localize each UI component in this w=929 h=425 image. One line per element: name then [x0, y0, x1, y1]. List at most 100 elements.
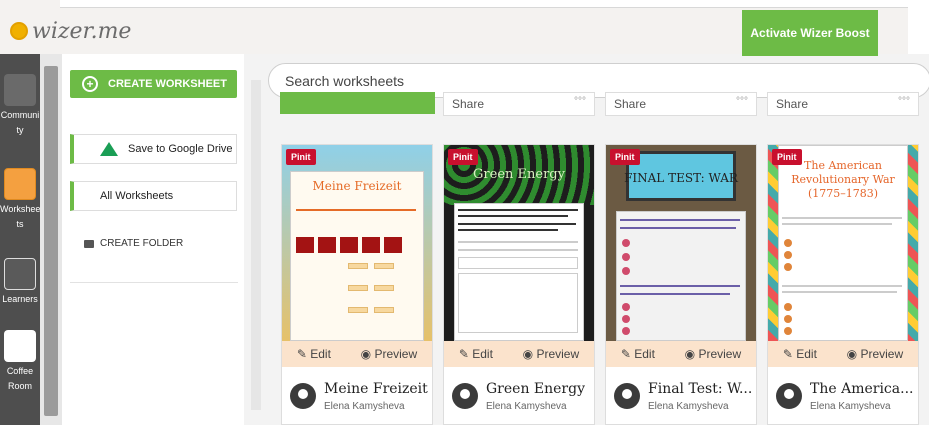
edit-label: Edit [472, 347, 493, 361]
avatar[interactable] [776, 383, 802, 409]
thumbnail-field [348, 307, 368, 313]
rail-item-worksheets[interactable]: Workshee ts [0, 168, 40, 232]
preview-button[interactable]: ◉ Preview [361, 347, 418, 361]
activate-boost-button[interactable]: Activate Wizer Boost [742, 10, 878, 56]
option-icon [622, 253, 630, 261]
edit-button[interactable]: ✎ Edit [621, 347, 655, 361]
thumbnail-red-cell [318, 237, 336, 253]
card-author[interactable]: Elena Kamysheva [324, 401, 429, 412]
logo-text: wizer.me [32, 18, 132, 44]
worksheet-thumbnail[interactable]: Pinit The American Revolutionary War (17… [768, 145, 918, 341]
rail-item-coffee-room[interactable]: Coffee Room [0, 330, 40, 394]
thumbnail-title: Green Energy [473, 167, 565, 182]
save-to-drive-label: Save to Google Drive [128, 143, 233, 155]
content-scrollbar[interactable] [251, 80, 261, 410]
more-icon[interactable]: °°° [736, 96, 748, 107]
edit-button[interactable]: ✎ Edit [297, 347, 331, 361]
coffee-icon [4, 330, 36, 362]
share-label: Share [776, 97, 809, 111]
thumbnail-red-cell [362, 237, 380, 253]
card-title[interactable]: Meine Freizeit [324, 381, 429, 397]
wizer-logo[interactable]: wizer.me [10, 18, 131, 44]
avatar[interactable] [452, 383, 478, 409]
worksheet-thumbnail[interactable]: Pinit FINAL TEST: WAR [606, 145, 756, 341]
option-icon [784, 327, 792, 335]
thumbnail-title: FINAL TEST: WAR [624, 171, 738, 185]
edit-label: Edit [634, 347, 655, 361]
thumbnail-line [620, 219, 740, 221]
avatar[interactable] [614, 383, 640, 409]
edit-button[interactable]: ✎ Edit [459, 347, 493, 361]
thumbnail-line [458, 209, 578, 211]
pinit-button[interactable]: Pinit [286, 149, 316, 165]
rail-scrollbar-thumb[interactable] [44, 66, 58, 416]
thumbnail-field [348, 285, 368, 291]
thumbnail-line [458, 249, 578, 251]
card-info: Meine Freizeit Elena Kamysheva [282, 367, 432, 425]
rail-label-coffee: Coffee Room [6, 366, 34, 391]
save-to-drive-button[interactable]: Save to Google Drive [70, 134, 237, 164]
previous-row-share[interactable]: Share °°° [605, 92, 757, 116]
thumbnail-field [374, 263, 394, 269]
plus-icon: + [82, 76, 98, 92]
thumbnail-line [296, 209, 416, 211]
card-author[interactable]: Elena Kamysheva [486, 401, 591, 412]
preview-button[interactable]: ◉ Preview [685, 347, 742, 361]
thumbnail-line [458, 223, 576, 225]
worksheets-icon [4, 168, 36, 200]
create-folder-button[interactable]: CREATE FOLDER [84, 238, 183, 249]
worksheet-card[interactable]: Pinit FINAL TEST: WAR ✎ Edit ◉ Preview F… [605, 144, 757, 425]
thumbnail-field [374, 307, 394, 313]
worksheet-card[interactable]: Pinit Meine Freizeit ✎ Edit ◉ Preview Me… [281, 144, 433, 425]
option-icon [784, 315, 792, 323]
worksheet-card[interactable]: Pinit Green Energy ✎ Edit ◉ Preview Gree… [443, 144, 595, 425]
worksheet-preview [616, 211, 746, 341]
pinit-button[interactable]: Pinit [448, 149, 478, 165]
create-worksheet-label: CREATE WORKSHEET [108, 78, 227, 90]
create-folder-label: CREATE FOLDER [100, 238, 184, 249]
worksheet-card[interactable]: Pinit The American Revolutionary War (17… [767, 144, 919, 425]
card-title[interactable]: The America... [810, 381, 915, 397]
preview-button[interactable]: ◉ Preview [847, 347, 904, 361]
thumbnail-title: Meine Freizeit [312, 179, 402, 193]
card-title[interactable]: Green Energy [486, 381, 591, 397]
card-title[interactable]: Final Test: W... [648, 381, 753, 397]
share-label: Share [452, 97, 485, 111]
thumbnail-line [458, 241, 578, 243]
option-icon [622, 303, 630, 311]
card-author[interactable]: Elena Kamysheva [648, 401, 753, 412]
top-right-corner [908, 0, 929, 54]
previous-row-share[interactable]: Share °°° [443, 92, 595, 116]
worksheet-thumbnail[interactable]: Pinit Green Energy [444, 145, 594, 341]
card-action-bar: ✎ Edit ◉ Preview [282, 341, 432, 367]
thumbnail-line [782, 217, 902, 219]
rail-item-learners[interactable]: Learners [0, 258, 40, 307]
option-icon [622, 239, 630, 247]
pinit-button[interactable]: Pinit [772, 149, 802, 165]
rail-label-worksheets: Workshee ts [0, 204, 41, 229]
google-drive-icon [100, 142, 118, 156]
more-icon[interactable]: °°° [574, 96, 586, 107]
edit-button[interactable]: ✎ Edit [783, 347, 817, 361]
thumbnail-line [620, 285, 740, 287]
option-icon [784, 251, 792, 259]
more-icon[interactable]: °°° [898, 96, 910, 107]
pinit-button[interactable]: Pinit [610, 149, 640, 165]
thumbnail-field [374, 285, 394, 291]
rail-label-community: Communi ty [0, 110, 40, 135]
rail-item-community[interactable]: Communi ty [0, 74, 40, 138]
card-action-bar: ✎ Edit ◉ Preview [444, 341, 594, 367]
thumbnail-answer-box [458, 273, 578, 333]
card-author[interactable]: Elena Kamysheva [810, 401, 915, 412]
avatar[interactable] [290, 383, 316, 409]
preview-label: Preview [860, 347, 904, 361]
thumbnail-line [782, 291, 897, 293]
preview-button[interactable]: ◉ Preview [523, 347, 580, 361]
rail-label-learners: Learners [2, 294, 38, 304]
create-worksheet-button[interactable]: + CREATE WORKSHEET [70, 70, 237, 98]
previous-row-share[interactable]: Share °°° [767, 92, 919, 116]
all-worksheets-item[interactable]: All Worksheets [70, 181, 237, 211]
thumbnail-line [458, 229, 558, 231]
preview-label: Preview [698, 347, 742, 361]
worksheet-thumbnail[interactable]: Pinit Meine Freizeit [282, 145, 432, 341]
